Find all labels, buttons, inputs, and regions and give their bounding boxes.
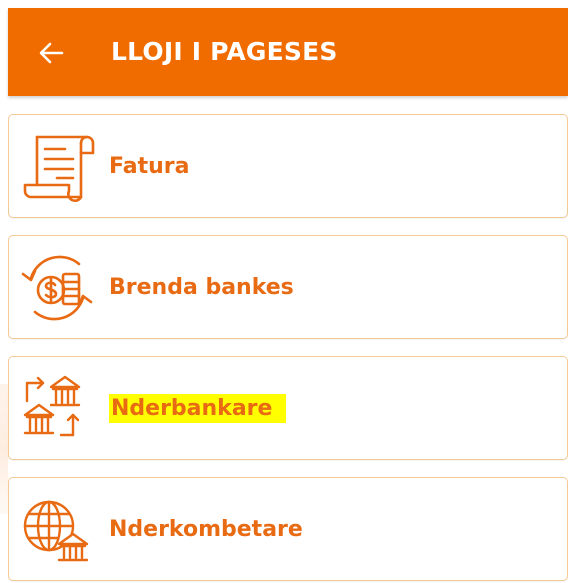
payment-type-nderbankare[interactable]: Nderbankare xyxy=(8,356,568,460)
payment-type-brenda-bankes[interactable]: Brenda bankes xyxy=(8,235,568,339)
highlighted-label-text: Nderbankare xyxy=(109,394,287,423)
globe-bank-icon xyxy=(17,494,97,566)
money-exchange-icon xyxy=(17,252,97,324)
left-edge-accent xyxy=(0,384,8,514)
back-button[interactable] xyxy=(36,38,66,68)
app-bar: LLOJI I PAGESES xyxy=(8,8,568,96)
page-title: LLOJI I PAGESES xyxy=(111,37,338,66)
payment-type-nderkombetare[interactable]: Nderkombetare xyxy=(8,477,568,581)
card-label: Nderkombetare xyxy=(109,517,303,542)
invoice-icon xyxy=(17,131,97,203)
card-label: Fatura xyxy=(109,154,190,179)
card-label: Brenda bankes xyxy=(109,275,294,300)
payment-type-fatura[interactable]: Fatura xyxy=(8,114,568,218)
arrow-left-icon xyxy=(39,42,64,64)
interbank-icon xyxy=(17,373,97,445)
card-label: Nderbankare xyxy=(109,357,287,461)
